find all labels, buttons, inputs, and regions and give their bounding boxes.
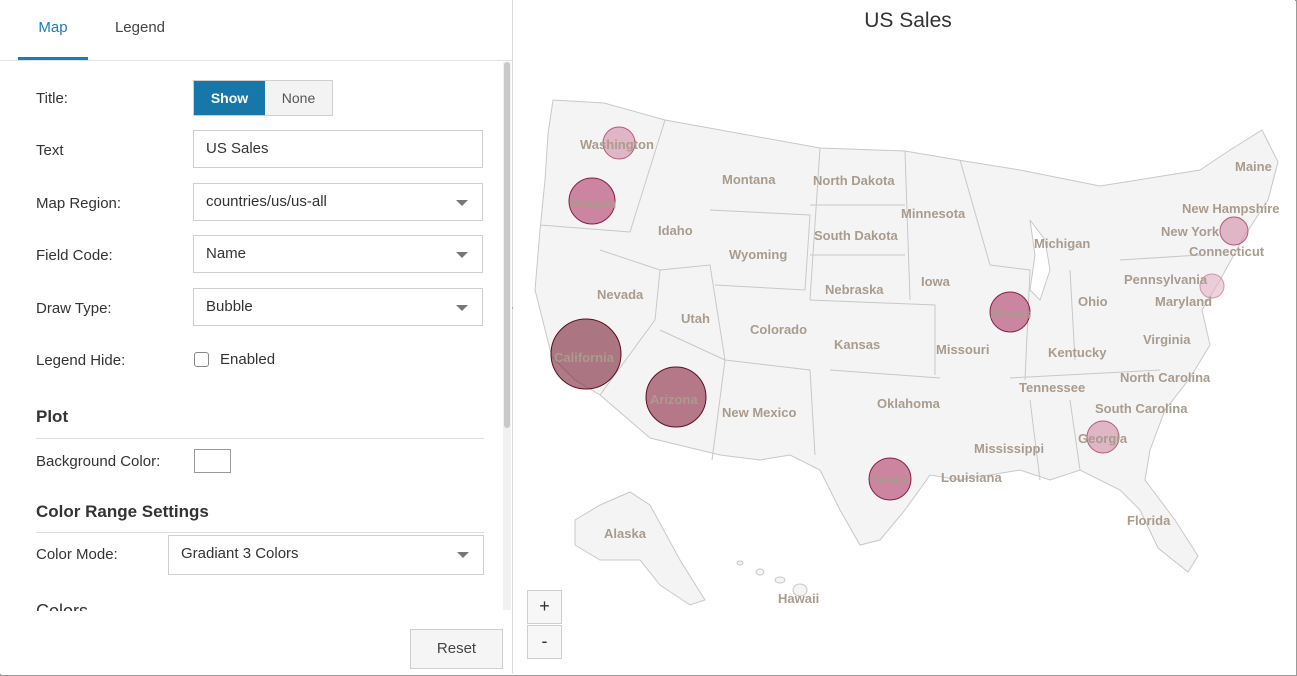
reset-button[interactable]: Reset [410, 629, 503, 669]
text-label: Text [36, 142, 64, 159]
field-code-value: Name [206, 245, 247, 262]
legend-hide-label: Legend Hide: [36, 352, 126, 369]
map-region-label: Map Region: [36, 195, 122, 212]
legend-hide-checkbox-label[interactable]: Enabled [220, 351, 275, 368]
draw-type-label: Draw Type: [36, 300, 112, 317]
chevron-down-icon [456, 200, 468, 206]
state-label: Louisiana [941, 470, 1002, 485]
state-label: New Hampshire [1182, 201, 1280, 216]
state-label: New Mexico [722, 405, 796, 420]
state-label: Kentucky [1048, 345, 1107, 360]
state-label: Maine [1235, 159, 1272, 174]
state-label: Missouri [936, 342, 989, 357]
field-code-label: Field Code: [36, 247, 113, 264]
chevron-down-icon [456, 252, 468, 258]
state-label: Wyoming [729, 247, 787, 262]
field-code-select[interactable]: Name [193, 235, 483, 273]
state-label: Tennessee [1019, 380, 1085, 395]
state-label: Florida [1127, 513, 1171, 528]
state-label: Texas [872, 472, 908, 487]
title-text-input[interactable]: US Sales [193, 130, 483, 168]
state-label: Mississippi [974, 441, 1044, 456]
zoom-in-button[interactable]: + [527, 590, 562, 624]
draw-type-select[interactable]: Bubble [193, 288, 483, 326]
state-label: Nevada [597, 287, 644, 302]
color-range-section-heading: Color Range Settings [36, 502, 209, 521]
chevron-down-icon [456, 305, 468, 311]
plot-divider [36, 438, 484, 439]
draw-type-value: Bubble [206, 298, 253, 315]
color-range-divider [36, 532, 484, 533]
title-label: Title: [36, 90, 68, 107]
chevron-down-icon [457, 552, 469, 558]
state-label: Michigan [1034, 236, 1090, 251]
title-none-button[interactable]: None [265, 81, 332, 115]
settings-panel: Map Legend Title: Show None Text US Sale… [0, 0, 513, 674]
tab-legend[interactable]: Legend [100, 0, 180, 58]
title-toggle: Show None [193, 80, 333, 116]
state-label: Minnesota [901, 206, 966, 221]
bubble-new-york [1219, 216, 1249, 246]
background-color-label: Background Color: [36, 453, 161, 470]
color-mode-select[interactable]: Gradiant 3 Colors [168, 535, 484, 575]
state-label: Oregon [570, 196, 616, 211]
state-label: Arizona [650, 392, 698, 407]
state-label: Georgia [1078, 431, 1128, 446]
state-label: Maryland [1155, 294, 1212, 309]
background-color-swatch[interactable] [194, 449, 231, 473]
map-region-value: countries/us/us-all [206, 193, 327, 210]
state-label: California [554, 350, 615, 365]
state-label: South Carolina [1095, 401, 1188, 416]
state-label: North Dakota [813, 173, 895, 188]
map-region-select[interactable]: countries/us/us-all [193, 183, 483, 221]
title-show-button[interactable]: Show [194, 81, 265, 115]
state-label: Hawaii [778, 591, 819, 606]
color-mode-label: Color Mode: [36, 546, 118, 563]
state-label: Montana [722, 172, 776, 187]
state-label: North Carolina [1120, 370, 1211, 385]
state-label: Idaho [658, 223, 693, 238]
state-label: Virginia [1143, 332, 1191, 347]
state-label: Utah [681, 311, 710, 326]
tab-map[interactable]: Map [18, 0, 88, 60]
state-label: Pennsylvania [1124, 272, 1208, 287]
colors-section-heading: Colors [36, 601, 89, 611]
zoom-out-button[interactable]: - [527, 625, 562, 659]
state-label: Washington [580, 137, 654, 152]
color-mode-value: Gradiant 3 Colors [181, 545, 299, 562]
scrollbar-thumb[interactable] [504, 62, 510, 428]
state-label: New York [1161, 224, 1220, 239]
tab-bar: Map Legend [0, 0, 512, 61]
us-map[interactable]: Washington Oregon California Nevada Idah… [513, 0, 1295, 674]
state-label: Colorado [750, 322, 807, 337]
state-label: Iowa [921, 274, 951, 289]
state-label: Nebraska [825, 282, 884, 297]
state-label: Oklahoma [877, 396, 941, 411]
map-area[interactable]: US Sales Washington Oregon California Ne… [513, 0, 1295, 674]
state-label: Alaska [604, 526, 647, 541]
legend-hide-checkbox[interactable] [194, 352, 209, 367]
state-label: Ohio [1078, 294, 1108, 309]
state-label: Illinois [990, 306, 1031, 321]
settings-form: Title: Show None Text US Sales Map Regio… [0, 61, 502, 611]
state-label: Kansas [834, 337, 880, 352]
state-label: South Dakota [814, 228, 899, 243]
plot-section-heading: Plot [36, 407, 69, 426]
alaska-shape [574, 491, 706, 606]
state-label: Connecticut [1189, 244, 1265, 259]
